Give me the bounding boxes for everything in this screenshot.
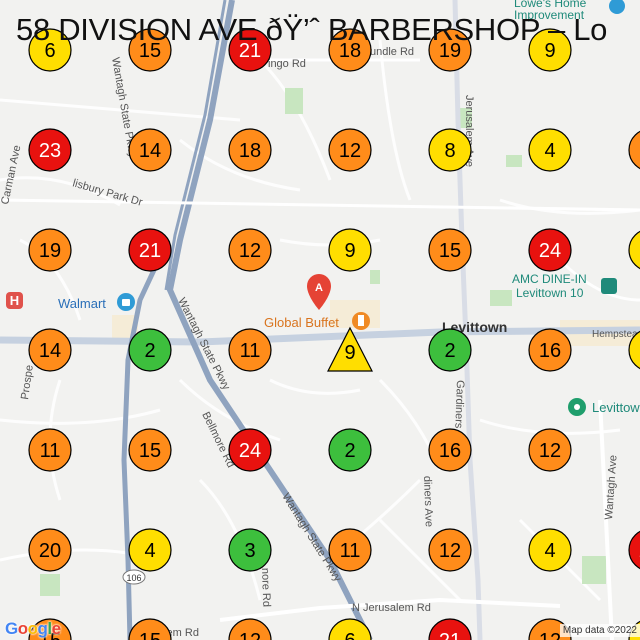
rank-marker-label: 24	[539, 240, 561, 262]
rank-marker-label: 21	[439, 630, 461, 640]
movie-icon	[601, 278, 617, 294]
google-logo-g2: g	[37, 619, 48, 638]
rank-marker-label: 12	[239, 240, 261, 262]
rank-marker-label: 11	[340, 540, 361, 562]
svg-text:Global Buffet: Global Buffet	[264, 315, 339, 330]
rank-marker-label: 23	[39, 140, 61, 162]
rank-marker-label: 4	[544, 140, 555, 162]
svg-text:AMC DINE-IN: AMC DINE-IN	[512, 272, 587, 286]
rank-marker-label: 12	[539, 440, 561, 462]
poi-levittown-right[interactable]: Levittow	[568, 398, 640, 416]
street-label-gardiners-2: diners Ave	[421, 476, 435, 528]
rank-marker-label: 2	[444, 340, 455, 362]
svg-text:Levittow: Levittow	[592, 400, 640, 415]
rank-marker-label: 14	[139, 140, 161, 162]
poi-hospital[interactable]: H	[6, 292, 23, 309]
rank-marker-label: 24	[239, 440, 261, 462]
poi-walmart[interactable]: Walmart	[58, 293, 135, 311]
rank-marker-label: 2	[344, 440, 355, 462]
google-logo-e: e	[51, 619, 61, 638]
google-logo-g1: G	[5, 619, 18, 638]
google-logo-o2: o	[27, 619, 38, 638]
rank-marker-label: 12	[539, 630, 561, 640]
rank-marker-label: 16	[539, 340, 561, 362]
rank-marker-label: 12	[339, 140, 361, 162]
rank-marker-label: 21	[139, 240, 161, 262]
rank-marker-label: 4	[544, 540, 555, 562]
route-106-shield: 106	[122, 569, 146, 585]
rank-marker-label: 12	[239, 630, 261, 640]
rank-marker-label: 12	[439, 540, 461, 562]
rank-marker-label: 15	[139, 440, 161, 462]
svg-text:A: A	[315, 282, 323, 294]
rank-marker-label: 8	[444, 140, 455, 162]
rank-marker-label: 15	[439, 240, 461, 262]
rank-marker-label: 2	[144, 340, 155, 362]
center-marker-label: 9	[344, 342, 355, 364]
svg-text:106: 106	[126, 573, 141, 583]
svg-text:Levittown 10: Levittown 10	[516, 286, 584, 300]
rank-marker-label: 6	[344, 630, 355, 640]
rank-marker-label: 14	[39, 340, 61, 362]
google-logo[interactable]: Google	[5, 619, 61, 639]
rank-marker-label: 15	[139, 630, 161, 640]
street-label-bellmore-2: nore Rd	[259, 568, 272, 608]
page-title: 58 DIVISION AVE ðŸ’ˆ BARBERSHOP – Lo	[16, 12, 608, 47]
rank-marker-label: 4	[144, 540, 155, 562]
google-logo-o1: o	[17, 619, 28, 638]
rank-marker-label: 3	[244, 540, 255, 562]
rank-marker-label: 11	[240, 340, 261, 362]
rank-marker-label: 9	[344, 240, 355, 262]
street-label-n-jerusalem: N Jerusalem Rd	[352, 602, 431, 614]
map-attribution: Map data ©2022	[559, 624, 640, 637]
rank-marker-label: 18	[239, 140, 261, 162]
rank-marker-label: 19	[39, 240, 61, 262]
rank-marker-label: 20	[39, 540, 61, 562]
street-label-mingo: ingo Rd	[268, 58, 306, 70]
rank-marker-label: 11	[40, 440, 61, 462]
map-canvas[interactable]: Wantagh State Pkwy Wantagh State Pkwy Wa…	[0, 0, 640, 640]
svg-text:H: H	[10, 293, 19, 308]
svg-text:Walmart: Walmart	[58, 296, 106, 311]
rank-marker-label: 16	[439, 440, 461, 462]
